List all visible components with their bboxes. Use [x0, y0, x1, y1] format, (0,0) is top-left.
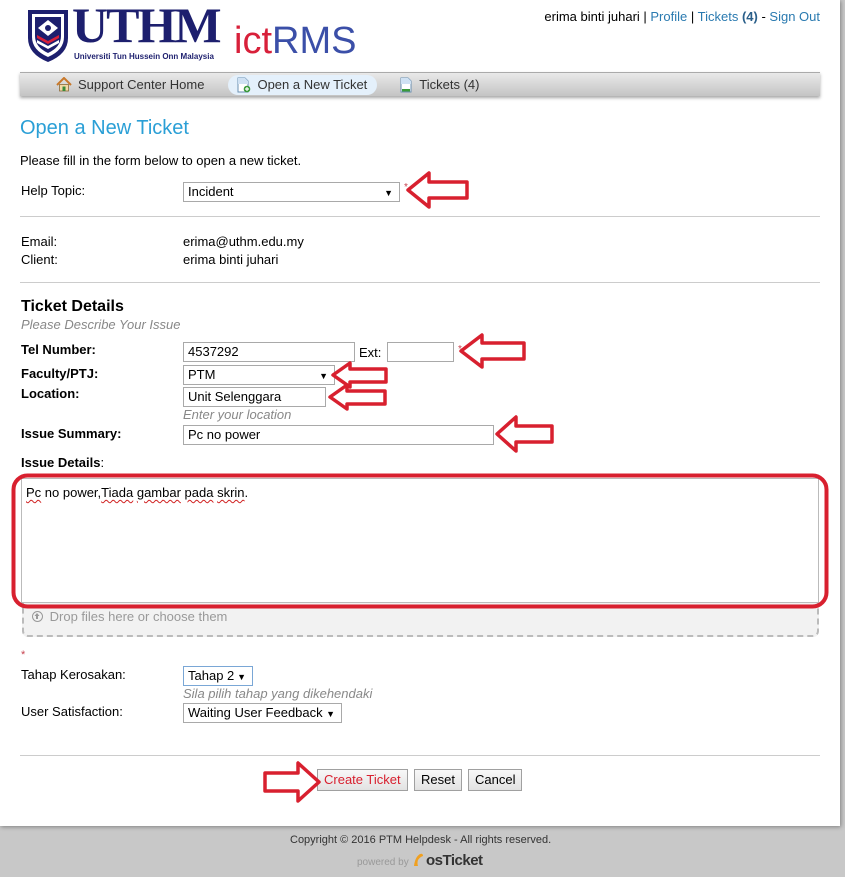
separator: |	[687, 9, 698, 24]
required-mark: *	[404, 182, 408, 193]
location-input[interactable]: Unit Selenggara	[183, 387, 326, 407]
user-name: erima binti juhari	[544, 9, 640, 24]
powered-by-text: powered by	[357, 857, 409, 868]
annotation-arrow-faculty	[331, 361, 388, 389]
ext-input[interactable]	[387, 342, 454, 362]
misspelled-word: pada	[184, 485, 214, 500]
tahap-label: Tahap Kerosakan:	[21, 667, 126, 682]
issue-summary-label: Issue Summary:	[21, 426, 122, 441]
misspelled-word: skrin	[217, 485, 245, 500]
osticket-brand: osTicket	[425, 852, 483, 869]
nav-label: Open a New Ticket	[257, 77, 368, 92]
issue-details-label: Issue Details:	[21, 455, 104, 470]
issue-details-label-text: Issue Details	[21, 455, 101, 470]
nav-label: Support Center Home	[78, 77, 205, 92]
app-name-ict: ict	[234, 20, 272, 62]
faculty-select[interactable]: PTM ▼	[183, 365, 335, 385]
help-topic-select[interactable]: Incident ▼	[183, 182, 400, 202]
file-dropzone[interactable]: Drop files here or choose them	[22, 603, 819, 637]
separator: -	[757, 9, 770, 24]
page-title: Open a New Ticket	[20, 117, 189, 139]
annotation-arrow-summary	[495, 415, 554, 453]
section-hint: Please Describe Your Issue	[21, 317, 181, 332]
annotation-arrow-location	[328, 383, 387, 411]
issue-summary-input[interactable]: Pc no power	[183, 425, 494, 445]
profile-link[interactable]: Profile	[650, 9, 687, 24]
issue-details-textarea[interactable]: Pc no power,Tiada gambar pada skrin.	[21, 478, 819, 603]
section-title: Ticket Details	[21, 298, 124, 315]
nav-tickets[interactable]: Tickets (4)	[391, 75, 489, 95]
nav-open-new-ticket[interactable]: Open a New Ticket	[228, 74, 378, 95]
tickets-link-label: Tickets	[697, 9, 739, 24]
annotation-arrow-ext	[459, 333, 526, 369]
copyright-text: Copyright © 2016 PTM Helpdesk - All righ…	[290, 834, 552, 846]
separator: |	[639, 9, 651, 24]
faculty-value: PTM	[188, 367, 216, 382]
logo[interactable]: UTHM Universiti Tun Hussein Onn Malaysia…	[26, 0, 371, 64]
tickets-count: (4)	[741, 9, 758, 24]
app-name: ictRMS	[234, 20, 356, 62]
uthm-crest-icon	[28, 10, 68, 62]
annotation-arrow-create	[263, 761, 321, 803]
email-value: erima@uthm.edu.my	[183, 234, 304, 249]
logo-university-name: Universiti Tun Hussein Onn Malaysia	[74, 52, 214, 61]
page-container: UTHM Universiti Tun Hussein Onn Malaysia…	[0, 0, 840, 826]
reset-button[interactable]: Reset	[414, 769, 462, 791]
tahap-hint: Sila pilih tahap yang dikehendaki	[183, 686, 373, 701]
divider	[20, 216, 820, 217]
required-mark: *	[21, 649, 26, 661]
app-name-rms: RMS	[272, 20, 357, 62]
main-nav: Support Center Home Open a New Ticket Ti…	[20, 72, 820, 96]
osticket-logo-icon	[412, 851, 424, 866]
tahap-select[interactable]: Tahap 2 ▼	[183, 666, 253, 686]
user-bar: erima binti juhari | Profile | Tickets (…	[544, 9, 820, 24]
sign-out-link[interactable]: Sign Out	[769, 9, 820, 24]
satisfaction-value: Waiting User Feedback	[188, 705, 323, 720]
tel-label: Tel Number:	[21, 342, 96, 357]
colon: :	[100, 455, 105, 470]
intro-text: Please fill in the form below to open a …	[20, 153, 302, 168]
annotation-arrow-help-topic	[406, 171, 469, 209]
text-run: no power,	[41, 485, 102, 500]
location-hint: Enter your location	[183, 407, 292, 422]
nav-support-center-home[interactable]: Support Center Home	[48, 75, 214, 95]
tickets-link[interactable]: Tickets (4)	[698, 9, 758, 24]
location-label: Location:	[21, 386, 80, 401]
nav-label: Tickets (4)	[419, 77, 480, 92]
misspelled-word: gambar	[136, 485, 181, 500]
tel-input[interactable]: 4537292	[183, 342, 355, 362]
email-label: Email:	[21, 234, 58, 249]
upload-icon	[32, 611, 43, 622]
chevron-down-icon: ▼	[319, 371, 328, 381]
misspelled-word: Pc	[26, 485, 42, 500]
divider	[20, 282, 820, 283]
faculty-label: Faculty/PTJ:	[21, 366, 99, 381]
help-topic-label: Help Topic:	[21, 183, 86, 198]
chevron-down-icon: ▼	[326, 709, 335, 719]
tickets-icon	[399, 77, 413, 93]
misspelled-word: Tiada	[101, 485, 134, 500]
divider	[20, 755, 820, 756]
tahap-value: Tahap 2	[188, 668, 235, 683]
ext-label: Ext:	[359, 345, 382, 360]
required-mark: *	[458, 344, 462, 355]
client-label: Client:	[21, 252, 58, 267]
new-ticket-icon	[236, 77, 251, 93]
satisfaction-select[interactable]: Waiting User Feedback ▼	[183, 703, 342, 723]
help-topic-value: Incident	[188, 184, 234, 199]
create-ticket-button[interactable]: Create Ticket	[317, 769, 408, 791]
powered-by[interactable]: powered by osTicket	[357, 851, 483, 869]
client-value: erima binti juhari	[183, 252, 279, 267]
satisfaction-label: User Satisfaction:	[21, 704, 123, 719]
cancel-button[interactable]: Cancel	[468, 769, 523, 791]
logo-uthm-text: UTHM	[72, 0, 222, 53]
home-icon	[56, 77, 72, 92]
dropzone-text: Drop files here or choose them	[49, 609, 228, 624]
text-run: .	[244, 485, 249, 500]
chevron-down-icon: ▼	[237, 672, 246, 682]
chevron-down-icon: ▼	[384, 188, 393, 198]
